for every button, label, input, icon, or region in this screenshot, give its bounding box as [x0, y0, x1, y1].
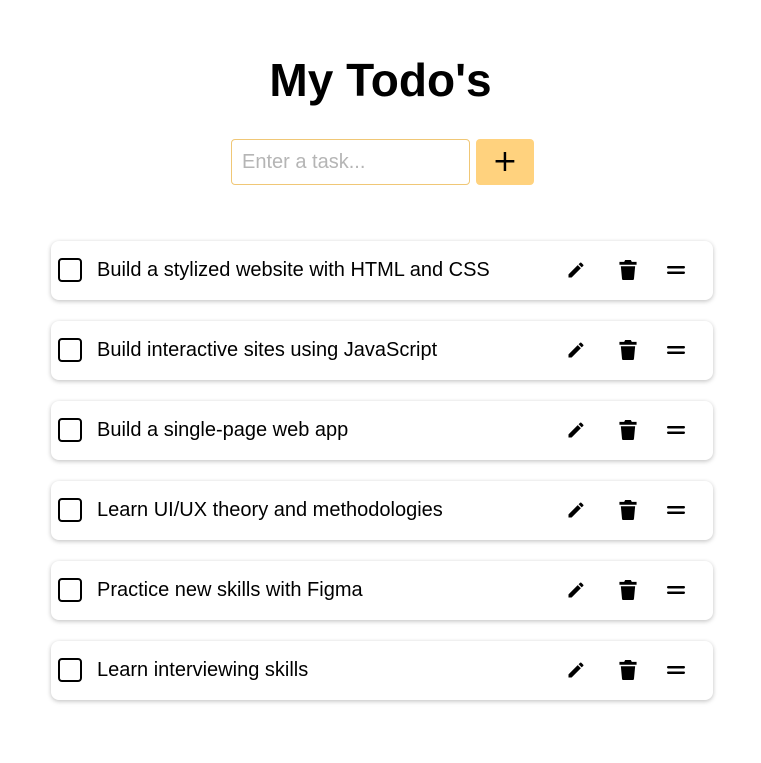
todo-text: Learn UI/UX theory and methodologies [97, 499, 443, 521]
trash-icon[interactable] [616, 338, 640, 362]
pencil-icon[interactable] [564, 258, 588, 282]
add-task-form: + [231, 139, 534, 185]
todo-item: Build a single-page web app [51, 401, 713, 460]
drag-handle-icon[interactable] [664, 338, 688, 362]
page-title: My Todo's [269, 54, 492, 106]
pencil-icon[interactable] [564, 338, 588, 362]
trash-icon[interactable] [616, 418, 640, 442]
todo-checkbox[interactable] [58, 658, 82, 682]
todo-item: Learn UI/UX theory and methodologies [51, 481, 713, 540]
todo-checkbox[interactable] [58, 258, 82, 282]
pencil-icon[interactable] [564, 418, 588, 442]
todo-checkbox[interactable] [58, 578, 82, 602]
drag-handle-icon[interactable] [664, 578, 688, 602]
trash-icon[interactable] [616, 578, 640, 602]
todo-item: Build interactive sites using JavaScript [51, 321, 713, 380]
todo-text: Build a single-page web app [97, 419, 349, 441]
drag-handle-icon[interactable] [664, 498, 688, 522]
pencil-icon[interactable] [564, 578, 588, 602]
todo-checkbox[interactable] [58, 418, 82, 442]
todo-text: Learn interviewing skills [97, 659, 309, 681]
task-input[interactable] [231, 139, 470, 185]
pencil-icon[interactable] [564, 658, 588, 682]
trash-icon[interactable] [616, 258, 640, 282]
drag-handle-icon[interactable] [664, 258, 688, 282]
todo-item: Learn interviewing skills [51, 641, 713, 700]
trash-icon[interactable] [616, 658, 640, 682]
todo-item: Build a stylized website with HTML and C… [51, 241, 713, 300]
todo-checkbox[interactable] [58, 338, 82, 362]
todo-text: Practice new skills with Figma [97, 579, 363, 601]
todo-checkbox[interactable] [58, 498, 82, 522]
todo-item: Practice new skills with Figma [51, 561, 713, 620]
trash-icon[interactable] [616, 498, 640, 522]
todo-list: Build a stylized website with HTML and C… [51, 241, 713, 721]
todo-text: Build a stylized website with HTML and C… [97, 259, 490, 281]
drag-handle-icon[interactable] [664, 658, 688, 682]
todo-text: Build interactive sites using JavaScript [97, 339, 438, 361]
pencil-icon[interactable] [564, 498, 588, 522]
add-task-button[interactable]: + [476, 139, 534, 185]
drag-handle-icon[interactable] [664, 418, 688, 442]
